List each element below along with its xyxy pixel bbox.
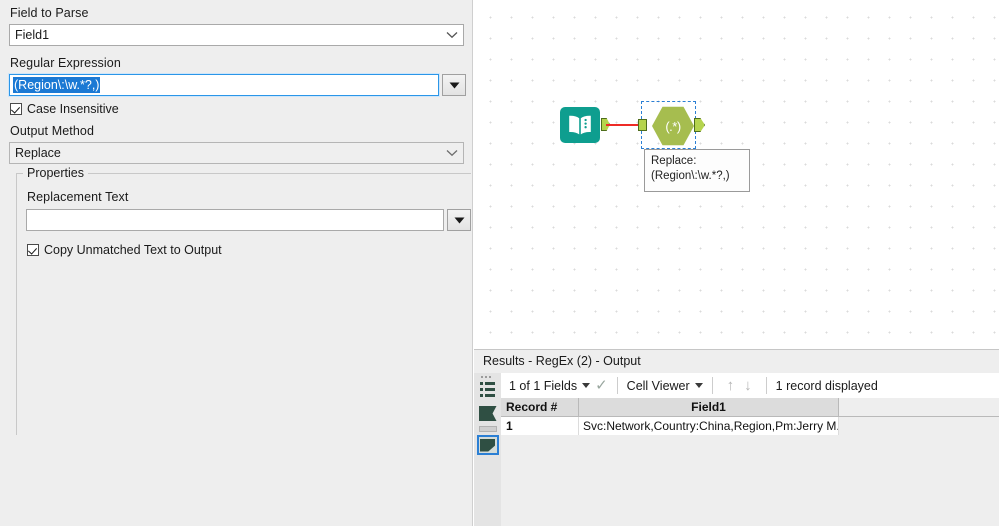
text-input-tile	[560, 107, 600, 143]
viewer-selector[interactable]: Cell Viewer	[627, 379, 703, 393]
arrow-down-icon[interactable]: ↓	[739, 378, 757, 393]
fields-selector-label: 1 of 1 Fields	[509, 378, 578, 393]
annotation-line-1: Replace:	[651, 155, 697, 167]
text-input-tool[interactable]	[560, 107, 610, 143]
regular-expression-dropdown-button[interactable]	[442, 74, 466, 96]
field-to-parse-dropdown[interactable]: Field1	[9, 24, 464, 46]
table-row[interactable]: 1 Svc:Network,Country:China,Region,Pm:Je…	[501, 417, 999, 435]
copy-unmatched-row[interactable]: Copy Unmatched Text to Output	[27, 243, 471, 257]
chevron-down-icon	[441, 25, 463, 45]
regex-tool[interactable]: (.*)	[638, 101, 705, 149]
regular-expression-input[interactable]: (Region\:\w.*?,)	[8, 73, 440, 97]
column-header-field1[interactable]: Field1	[579, 398, 839, 416]
table-empty-area	[501, 435, 999, 526]
alteryx-app-window: Field to Parse Field1 Regular Expression…	[0, 0, 999, 526]
tool-annotation[interactable]: Replace: (Region\:\w.*?,)	[644, 149, 750, 192]
results-sidebar-rail	[474, 373, 501, 526]
results-panel: Results - RegEx (2) - Output 1 of 1 Fiel…	[474, 349, 999, 526]
regex-tool-glyph: (.*)	[665, 118, 681, 134]
workflow-canvas[interactable]: (.*) Replace: (Region\:\w.*?,)	[474, 0, 999, 349]
column-header-filler	[839, 398, 999, 416]
copy-unmatched-label: Copy Unmatched Text to Output	[44, 243, 222, 257]
results-toolbar: 1 of 1 Fields ✓ Cell Viewer ↑ ↓ 1 record	[501, 373, 999, 398]
regex-output-anchor[interactable]	[694, 118, 705, 132]
chevron-down-icon	[694, 383, 703, 388]
copy-unmatched-checkbox[interactable]	[27, 244, 39, 256]
record-status: 1 record displayed	[776, 379, 878, 393]
cell-filler	[839, 417, 999, 435]
field-to-parse-label: Field to Parse	[10, 6, 89, 20]
check-icon: ✓	[595, 377, 608, 394]
field-to-parse-value: Field1	[15, 28, 50, 42]
output-method-dropdown[interactable]: Replace	[9, 142, 464, 164]
list-icon[interactable]	[479, 382, 496, 397]
table-header-row: Record # Field1	[501, 398, 999, 417]
regex-input-anchor[interactable]	[638, 119, 647, 131]
cell-record-number: 1	[501, 417, 579, 435]
results-main: 1 of 1 Fields ✓ Cell Viewer ↑ ↓ 1 record	[501, 373, 999, 526]
replacement-text-label: Replacement Text	[27, 190, 129, 204]
regex-hexagon-icon: (.*)	[652, 106, 694, 146]
toolbar-divider	[765, 377, 767, 394]
rail-drag-dots-icon	[480, 376, 495, 380]
results-body: 1 of 1 Fields ✓ Cell Viewer ↑ ↓ 1 record	[474, 373, 999, 526]
properties-title: Properties	[23, 166, 88, 180]
replacement-text-row	[26, 209, 471, 231]
properties-groupbox: Properties Replacement Text Copy Unmatch…	[16, 166, 471, 435]
results-title: Results - RegEx (2) - Output	[474, 350, 999, 372]
column-header-record[interactable]: Record #	[501, 398, 579, 416]
regular-expression-row: (Region\:\w.*?,)	[8, 73, 468, 97]
annotation-line-2: (Region\:\w.*?,)	[651, 170, 730, 182]
output-anchor-icon-selected[interactable]	[476, 435, 499, 455]
replacement-text-input[interactable]	[26, 209, 445, 231]
viewer-selector-label: Cell Viewer	[626, 378, 690, 393]
chevron-down-icon	[582, 383, 591, 388]
replacement-text-dropdown-button[interactable]	[447, 209, 471, 231]
toolbar-divider	[616, 377, 618, 394]
case-insensitive-row[interactable]: Case Insensitive	[10, 102, 463, 116]
book-icon	[569, 115, 591, 135]
chevron-down-icon	[441, 143, 463, 163]
record-status-label: 1 record displayed	[775, 378, 878, 393]
toolbar-divider	[711, 377, 713, 394]
output-method-label: Output Method	[10, 124, 94, 138]
input-anchor-icon[interactable]	[478, 406, 497, 421]
regular-expression-value: (Region\:\w.*?,)	[13, 77, 101, 93]
regex-configuration-panel: Field to Parse Field1 Regular Expression…	[0, 0, 473, 526]
case-insensitive-label: Case Insensitive	[27, 102, 119, 116]
regex-tool-tile: (.*)	[652, 106, 694, 146]
output-method-value: Replace	[15, 146, 61, 160]
rail-divider	[478, 426, 497, 432]
results-table: Record # Field1 1 Svc:Network,Country:Ch…	[501, 398, 999, 435]
arrow-up-icon[interactable]: ↑	[722, 378, 740, 393]
fields-selector[interactable]: 1 of 1 Fields ✓	[509, 378, 608, 393]
case-insensitive-checkbox[interactable]	[10, 103, 22, 115]
regular-expression-label: Regular Expression	[10, 56, 121, 70]
cell-field1[interactable]: Svc:Network,Country:China,Region,Pm:Jerr…	[579, 417, 839, 435]
